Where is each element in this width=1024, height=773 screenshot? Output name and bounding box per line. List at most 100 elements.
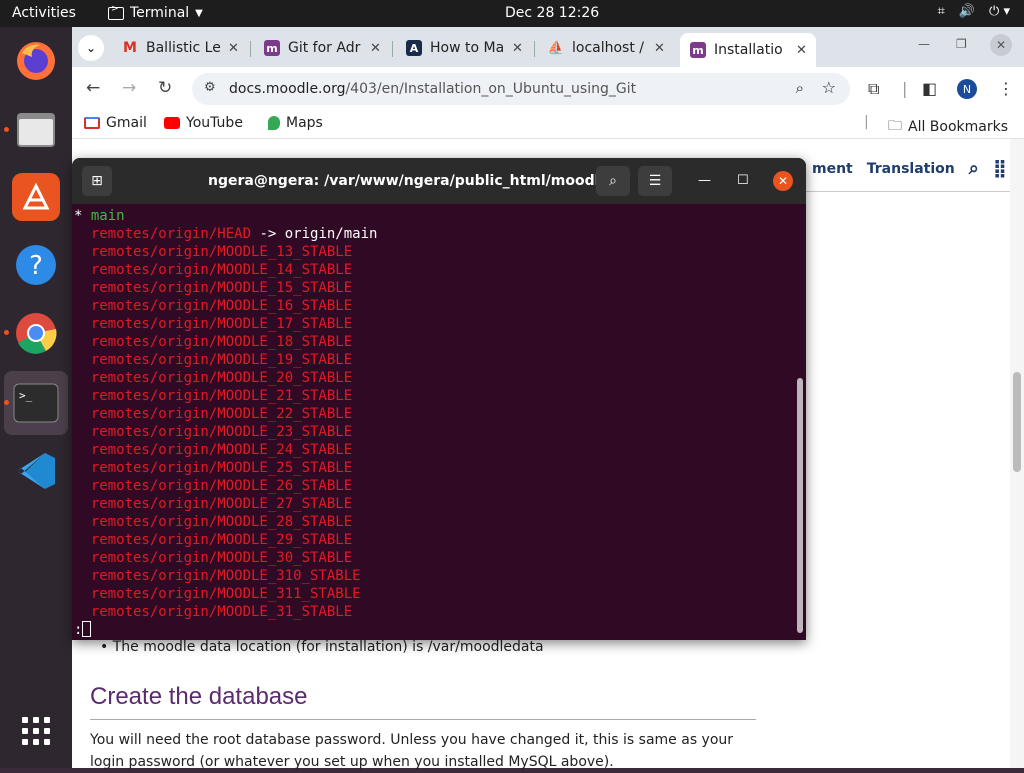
- current-branch: main: [90, 208, 125, 224]
- bookmark-label: Gmail: [106, 115, 147, 131]
- branch-line: remotes/origin/MOODLE_17_STABLE: [74, 315, 806, 333]
- page-scrollbar-thumb[interactable]: [1013, 372, 1021, 472]
- tab-installation[interactable]: m Installatio ✕: [680, 33, 816, 67]
- chevron-down-icon: ⌄: [85, 41, 97, 55]
- branch-line: remotes/origin/MOODLE_19_STABLE: [74, 351, 806, 369]
- clock[interactable]: Dec 28 12:26: [505, 5, 599, 21]
- minimize-icon[interactable]: —: [918, 37, 930, 51]
- terminal-window: ⊞ ngera@ngera: /var/www/ngera/public_htm…: [72, 158, 806, 640]
- activities-button[interactable]: Activities: [12, 5, 76, 21]
- apps-grid-icon[interactable]: ⣿: [993, 158, 1007, 179]
- back-icon[interactable]: ←: [86, 78, 100, 98]
- browser-toolbar: ← → ↻ ⚙ docs.moodle.org/403/en/Installat…: [72, 67, 1024, 111]
- dock: ? >_: [0, 27, 72, 768]
- branch-name: remotes/origin/MOODLE_22_STABLE: [90, 406, 353, 422]
- branch-line: remotes/origin/MOODLE_13_STABLE: [74, 243, 806, 261]
- profile-avatar[interactable]: N: [957, 79, 977, 99]
- network-icon: ⌗: [937, 4, 945, 19]
- system-tray[interactable]: ⌗ 🔊 ⏻ ▾: [938, 4, 1010, 19]
- bookmark-star-icon[interactable]: ☆: [822, 78, 836, 97]
- tab-ballistic[interactable]: M Ballistic Le ✕: [112, 33, 239, 63]
- vscode-icon[interactable]: [12, 447, 60, 495]
- dock-running-dot: [4, 330, 9, 335]
- tab-close-icon[interactable]: ✕: [228, 41, 239, 56]
- phpmyadmin-icon: ⛵: [547, 40, 565, 56]
- dock-running-dot: [4, 400, 9, 405]
- files-icon[interactable]: [12, 105, 60, 153]
- tab-strip: ⌄ M Ballistic Le ✕ m Git for Adr ✕ A How…: [72, 27, 1024, 67]
- close-window-icon[interactable]: ✕: [990, 34, 1012, 56]
- restore-icon[interactable]: ❐: [956, 37, 967, 51]
- branch-name: remotes/origin/MOODLE_23_STABLE: [90, 424, 353, 440]
- terminal-output[interactable]: * main remotes/origin/HEAD -> origin/mai…: [72, 204, 806, 640]
- terminal-line: remotes/origin/HEAD -> origin/main: [74, 225, 806, 243]
- tab-search-button[interactable]: ⌄: [78, 35, 104, 61]
- bookmark-youtube[interactable]: YouTube: [164, 115, 243, 131]
- url-text[interactable]: docs.moodle.org/403/en/Installation_on_U…: [229, 81, 636, 97]
- firefox-icon[interactable]: [12, 37, 60, 85]
- new-tab-button[interactable]: ⊞: [82, 166, 112, 196]
- bookmark-gmail[interactable]: Gmail: [84, 115, 147, 131]
- toolbar-divider: |: [902, 79, 908, 98]
- branch-name: remotes/origin/MOODLE_13_STABLE: [90, 244, 353, 260]
- tab-close-icon[interactable]: ✕: [654, 41, 665, 56]
- branch-name: remotes/origin/MOODLE_29_STABLE: [90, 532, 353, 548]
- terminal-cursor: [82, 621, 92, 637]
- branch-name: remotes/origin/MOODLE_18_STABLE: [90, 334, 353, 350]
- all-bookmarks-button[interactable]: 🗀 All Bookmarks: [888, 115, 1008, 139]
- chrome-icon[interactable]: [12, 309, 60, 357]
- site-info-icon[interactable]: ⚙: [204, 80, 216, 95]
- terminal-app-icon: [108, 4, 124, 20]
- bookmarks-divider: |: [864, 114, 869, 130]
- url-path: /403/en/Installation_on_Ubuntu_using_Git: [345, 81, 637, 97]
- reload-icon[interactable]: ↻: [158, 78, 172, 98]
- zoom-icon[interactable]: ⌕: [796, 79, 804, 97]
- top-bar: Activities Terminal ▼ Dec 28 12:26 ⌗ 🔊 ⏻…: [0, 0, 1024, 27]
- app-menu[interactable]: Terminal ▼: [108, 4, 203, 21]
- tab-close-icon[interactable]: ✕: [796, 43, 807, 58]
- bookmark-maps[interactable]: Maps: [268, 115, 323, 131]
- more-menu-icon[interactable]: ⋮: [998, 79, 1014, 98]
- extensions-icon[interactable]: ⧉: [868, 79, 879, 99]
- terminal-search-button[interactable]: ⌕: [596, 166, 630, 196]
- bookmark-label: YouTube: [186, 115, 243, 131]
- search-icon[interactable]: ⌕: [969, 158, 979, 179]
- nav-item-development[interactable]: ment: [812, 161, 853, 177]
- minimize-icon[interactable]: —: [698, 173, 711, 188]
- svg-text:>_: >_: [19, 389, 33, 402]
- tab-git-admin[interactable]: m Git for Adr ✕: [254, 33, 381, 63]
- help-icon[interactable]: ?: [12, 241, 60, 289]
- branch-line: remotes/origin/MOODLE_24_STABLE: [74, 441, 806, 459]
- forward-icon[interactable]: →: [122, 78, 136, 98]
- terminal-titlebar: ⊞ ngera@ngera: /var/www/ngera/public_htm…: [72, 158, 806, 204]
- tab-localhost[interactable]: ⛵ localhost / ✕: [538, 33, 665, 63]
- tab-close-icon[interactable]: ✕: [370, 41, 381, 56]
- tab-close-icon[interactable]: ✕: [512, 41, 523, 56]
- svg-text:?: ?: [29, 251, 43, 281]
- branch-name: remotes/origin/MOODLE_24_STABLE: [90, 442, 353, 458]
- devto-icon: A: [406, 40, 422, 56]
- app-grid-icon[interactable]: [12, 707, 60, 755]
- gmail-icon: M: [123, 40, 137, 56]
- tab-label: Git for Adr: [288, 40, 361, 56]
- branch-line: remotes/origin/MOODLE_18_STABLE: [74, 333, 806, 351]
- terminal-icon[interactable]: >_: [12, 379, 60, 427]
- branch-line: remotes/origin/MOODLE_14_STABLE: [74, 261, 806, 279]
- moodle-icon: m: [264, 40, 280, 56]
- terminal-scrollbar[interactable]: [797, 378, 803, 633]
- app-center-icon[interactable]: [12, 173, 60, 221]
- tab-how-to[interactable]: A How to Ma ✕: [396, 33, 523, 63]
- nav-item-translation[interactable]: Translation: [867, 161, 955, 177]
- tab-label: Installatio: [714, 42, 783, 58]
- terminal-menu-button[interactable]: ☰: [638, 166, 672, 196]
- close-icon[interactable]: ✕: [773, 171, 793, 191]
- branch-line: remotes/origin/MOODLE_20_STABLE: [74, 369, 806, 387]
- branch-line: remotes/origin/MOODLE_28_STABLE: [74, 513, 806, 531]
- branch-name: remotes/origin/MOODLE_19_STABLE: [90, 352, 353, 368]
- branch-line: remotes/origin/MOODLE_31_STABLE: [74, 603, 806, 621]
- address-bar[interactable]: ⚙ docs.moodle.org/403/en/Installation_on…: [192, 73, 850, 105]
- side-panel-icon[interactable]: ◧: [922, 79, 937, 98]
- maximize-icon[interactable]: ☐: [737, 173, 749, 188]
- tab-separator: [250, 41, 251, 57]
- page-scrollbar[interactable]: [1010, 139, 1024, 768]
